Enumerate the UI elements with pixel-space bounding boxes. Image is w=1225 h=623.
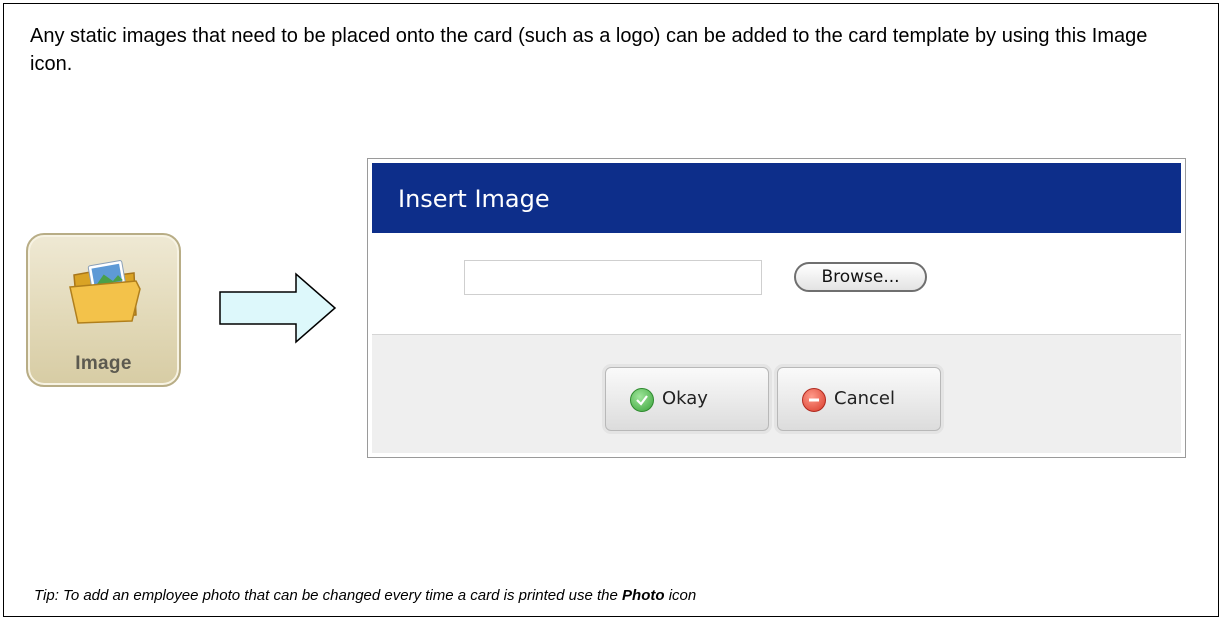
tip-suffix: icon — [664, 587, 697, 604]
folder-image-icon — [69, 260, 141, 324]
image-toolbar-button[interactable]: Image — [26, 233, 181, 387]
okay-button[interactable]: Okay — [605, 367, 769, 431]
document-frame: Any static images that need to be placed… — [3, 3, 1219, 617]
tip-prefix: Tip: To add an employee photo that can b… — [34, 587, 623, 604]
file-path-input[interactable] — [464, 260, 762, 295]
cancel-button[interactable]: Cancel — [777, 367, 941, 431]
intro-text: Any static images that need to be placed… — [30, 25, 1148, 75]
minus-icon — [802, 388, 826, 412]
image-button-label: Image — [75, 353, 132, 374]
dialog-titlebar: Insert Image — [372, 163, 1181, 233]
tip-emphasis: Photo — [622, 587, 665, 604]
browse-button[interactable]: Browse... — [794, 262, 927, 292]
dialog-footer: Okay Cancel — [372, 335, 1181, 453]
dialog-body: Browse... — [372, 233, 1181, 335]
okay-label: Okay — [662, 388, 708, 409]
cancel-label: Cancel — [834, 388, 895, 409]
dialog-title: Insert Image — [398, 185, 550, 213]
tip-text: Tip: To add an employee photo that can b… — [34, 587, 696, 604]
insert-image-dialog: Insert Image Browse... Okay Cancel — [367, 158, 1186, 458]
check-icon — [630, 388, 654, 412]
right-arrow-icon — [219, 272, 337, 344]
